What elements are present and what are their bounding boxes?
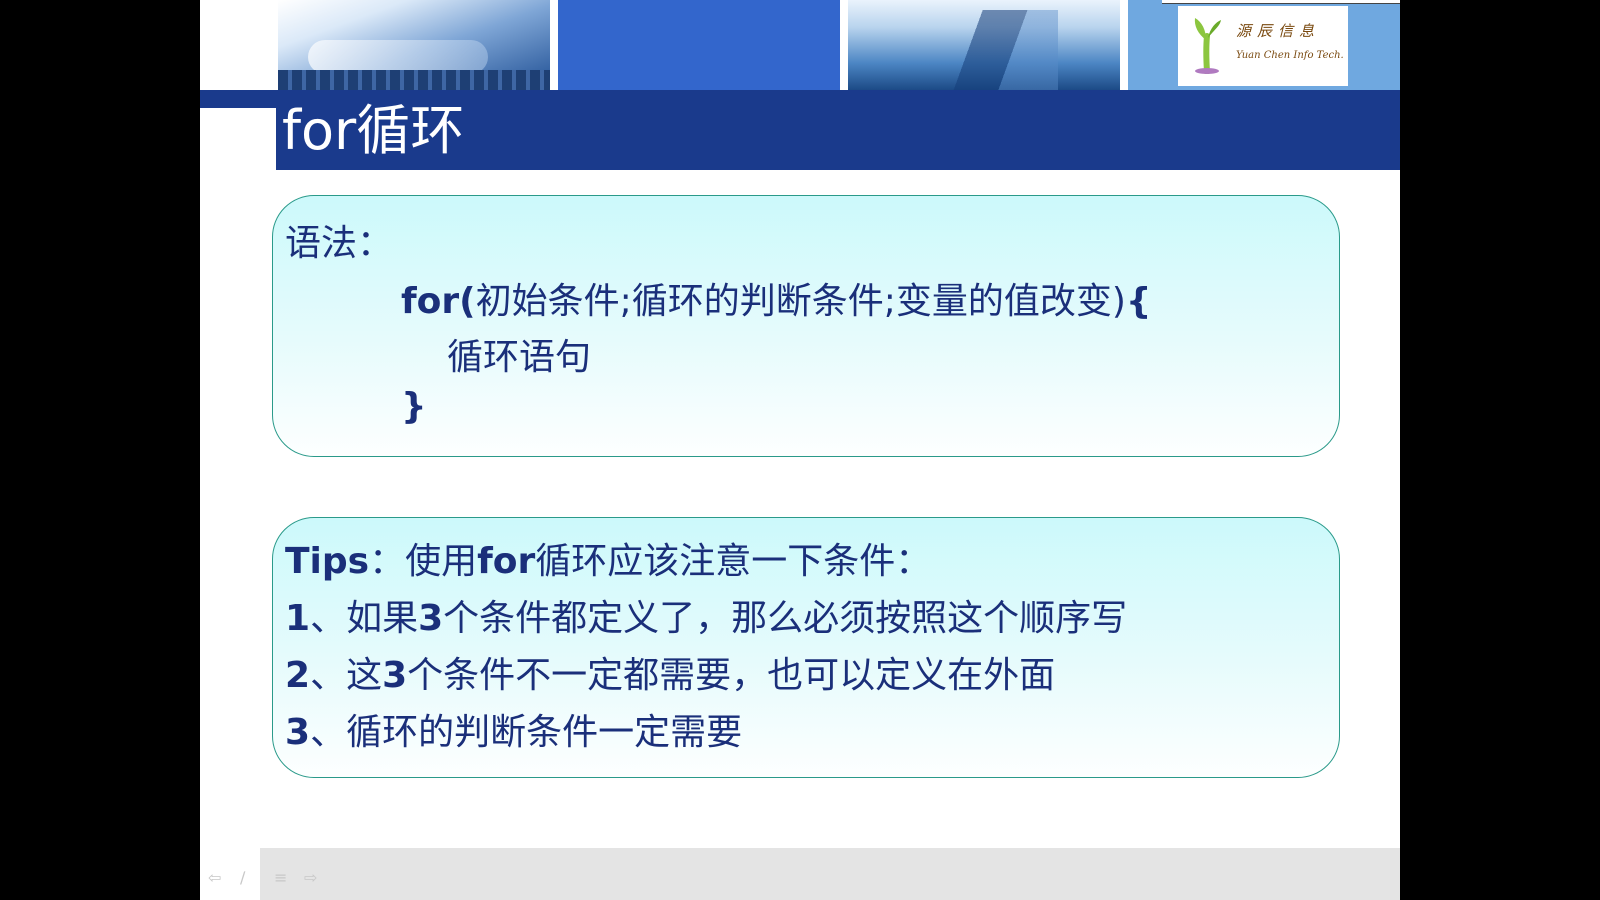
logo-english-text: Yuan Chen Info Tech. bbox=[1236, 50, 1344, 61]
tip-rest: 个条件不一定都需要，也可以定义在外面 bbox=[407, 655, 1056, 696]
tip-text: 、如果 bbox=[310, 598, 419, 639]
syntax-label: 语法： bbox=[285, 223, 394, 264]
header-image-blue bbox=[558, 0, 840, 90]
arrow-right-icon[interactable]: ⇨ bbox=[304, 868, 317, 887]
tips-heading: Tips：使用for循环应该注意一下条件： bbox=[285, 532, 931, 584]
header-image-sky: 源辰信息 Yuan Chen Info Tech. bbox=[1128, 0, 1400, 90]
arrow-left-icon[interactable]: ⇦ bbox=[208, 868, 221, 887]
leaf-icon bbox=[1194, 18, 1221, 74]
menu-icon[interactable]: ≡ bbox=[274, 868, 287, 887]
tip-number: 2 bbox=[285, 655, 311, 696]
logo-chinese-text: 源辰信息 bbox=[1236, 22, 1321, 40]
tip-number: 1 bbox=[285, 598, 311, 639]
for-conditions: 初始条件;循环的判断条件;变量的值改变) bbox=[475, 281, 1126, 322]
tip-strong: 3 bbox=[382, 655, 408, 696]
tips-heading-text: ：使用 bbox=[369, 541, 478, 582]
syntax-line-for: for(初始条件;循环的判断条件;变量的值改变){ bbox=[401, 272, 1152, 324]
slide-title: for循环 bbox=[282, 99, 465, 162]
pen-icon[interactable]: ∕ bbox=[240, 868, 245, 887]
tip-text: 、这 bbox=[310, 655, 383, 696]
tip-item: 3、循环的判断条件一定需要 bbox=[285, 703, 742, 755]
tip-number: 3 bbox=[285, 712, 311, 753]
tip-item: 2、这3个条件不一定都需要，也可以定义在外面 bbox=[285, 646, 1055, 698]
syntax-box: 语法： for(初始条件;循环的判断条件;变量的值改变){ 循环语句 } bbox=[272, 195, 1340, 457]
header-image-building bbox=[848, 0, 1120, 90]
tips-box: Tips：使用for循环应该注意一下条件： 1、如果3个条件都定义了，那么必须按… bbox=[272, 517, 1340, 778]
for-keyword: for( bbox=[401, 281, 476, 322]
top-divider bbox=[1162, 0, 1400, 4]
open-brace: { bbox=[1125, 281, 1152, 322]
tips-for-keyword: for bbox=[477, 541, 536, 582]
title-notch bbox=[200, 108, 276, 170]
tip-strong: 3 bbox=[418, 598, 444, 639]
syntax-line-close: } bbox=[401, 386, 427, 427]
tip-item: 1、如果3个条件都定义了，那么必须按照这个顺序写 bbox=[285, 589, 1127, 641]
header-image-typing bbox=[278, 0, 550, 90]
tips-label: Tips bbox=[285, 541, 370, 582]
company-logo: 源辰信息 Yuan Chen Info Tech. bbox=[1178, 6, 1348, 86]
syntax-line-body: 循环语句 bbox=[447, 337, 592, 378]
slide: 源辰信息 Yuan Chen Info Tech. for循环 语法： for(… bbox=[200, 0, 1400, 900]
tips-heading-tail: 循环应该注意一下条件： bbox=[535, 541, 932, 582]
tip-rest: 个条件都定义了，那么必须按照这个顺序写 bbox=[443, 598, 1128, 639]
tip-text: 、循环的判断条件一定需要 bbox=[310, 712, 743, 753]
slideshow-toolbar bbox=[260, 848, 1400, 900]
